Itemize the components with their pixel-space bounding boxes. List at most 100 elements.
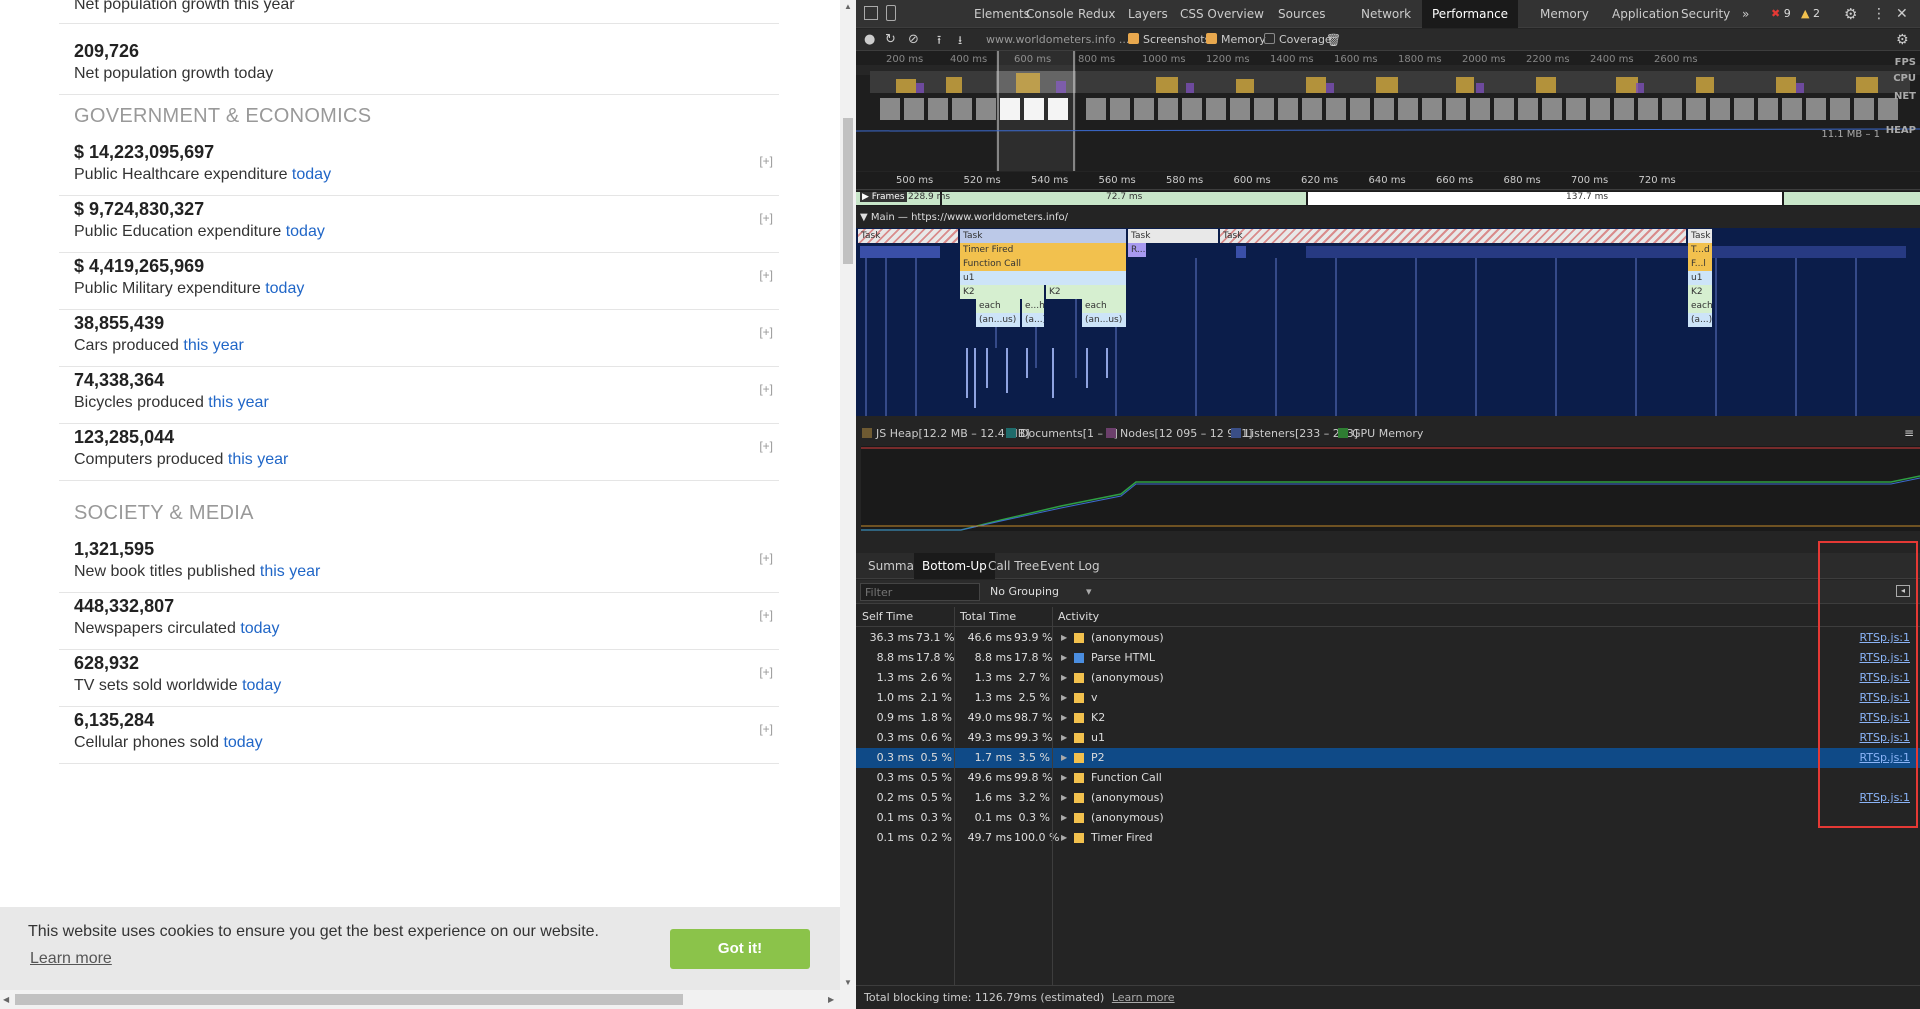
each-bar[interactable]: e...h xyxy=(1022,299,1044,313)
expand-toggle[interactable]: [+] xyxy=(759,325,773,339)
table-row[interactable]: 0.3 ms 0.5 % 1.7 ms 3.5 % ▶ P2 RTSp.js:1 xyxy=(856,748,1920,768)
stat-period-link[interactable]: this year xyxy=(228,451,288,468)
expand-arrow-icon[interactable]: ▶ xyxy=(1061,688,1067,708)
close-devtools-icon[interactable]: ✕ xyxy=(1896,0,1908,28)
tab-redux[interactable]: Redux xyxy=(1068,0,1126,28)
frames-track[interactable]: ▶ Frames 228.9 ms 72.7 ms 137.7 ms xyxy=(856,191,1920,206)
task-bar[interactable]: Task xyxy=(1220,229,1686,243)
settings-gear-icon[interactable]: ⚙ xyxy=(1844,0,1857,28)
expand-toggle[interactable]: [+] xyxy=(759,722,773,736)
record-icon[interactable]: ● xyxy=(864,29,875,51)
capture-settings-gear-icon[interactable]: ⚙ xyxy=(1896,29,1909,51)
stat-period-link[interactable]: this year xyxy=(260,563,320,580)
scroll-right-icon[interactable]: ▶ xyxy=(828,995,834,1004)
expand-arrow-icon[interactable]: ▶ xyxy=(1061,668,1067,688)
column-header-total[interactable]: Total Time xyxy=(960,607,1016,627)
function-call-bar[interactable]: F...l xyxy=(1688,257,1712,271)
table-row[interactable]: 0.1 ms 0.3 % 0.1 ms 0.3 % ▶ (anonymous) xyxy=(856,808,1920,828)
tab-css-overview[interactable]: CSS Overview xyxy=(1170,0,1274,28)
warning-count[interactable]: ▲ 2 xyxy=(1801,0,1820,28)
column-header-self[interactable]: Self Time xyxy=(862,607,913,627)
tab-security[interactable]: Security xyxy=(1671,0,1740,28)
more-tabs-icon[interactable]: » xyxy=(1732,0,1759,28)
table-row[interactable]: 1.3 ms 2.6 % 1.3 ms 2.7 % ▶ (anonymous) RTSp.j… xyxy=(856,668,1920,688)
task-bar[interactable]: Task xyxy=(858,229,958,243)
stat-period-link[interactable]: this year xyxy=(208,394,268,411)
expand-arrow-icon[interactable]: ▶ xyxy=(1061,748,1067,768)
expand-arrow-icon[interactable]: ▶ xyxy=(1061,788,1067,808)
stat-period-link[interactable]: today xyxy=(242,677,281,694)
anonymous-bar[interactable]: (a...) xyxy=(1022,313,1044,327)
table-row[interactable]: 0.1 ms 0.2 % 49.7 ms 100.0 % ▶ Timer Fired xyxy=(856,828,1920,848)
legend-menu-icon[interactable]: ≡ xyxy=(1904,426,1914,440)
table-row[interactable]: 8.8 ms 17.8 % 8.8 ms 17.8 % ▶ Parse HTML RTSp.… xyxy=(856,648,1920,668)
tab-event-log[interactable]: Event Log xyxy=(1032,553,1108,579)
k2-bar[interactable]: K2 xyxy=(960,285,1044,299)
u1-bar[interactable]: u1 xyxy=(1688,271,1712,285)
learn-more-link[interactable]: Learn more xyxy=(1112,991,1175,1004)
anonymous-bar[interactable]: (an...us) xyxy=(976,313,1020,327)
expand-toggle[interactable]: [+] xyxy=(759,268,773,282)
main-thread-label[interactable]: ▼ Main — https://www.worldometers.info/ xyxy=(860,212,1068,223)
recording-select[interactable]: www.worldometers.info ... ▾ xyxy=(986,29,1138,51)
tab-memory[interactable]: Memory xyxy=(1530,0,1599,28)
expand-arrow-icon[interactable]: ▶ xyxy=(1061,808,1067,828)
expand-toggle[interactable]: [+] xyxy=(759,211,773,225)
table-row[interactable]: 0.3 ms 0.5 % 49.6 ms 99.8 % ▶ Function Call xyxy=(856,768,1920,788)
source-link[interactable] xyxy=(1856,828,1910,848)
table-row[interactable]: 0.9 ms 1.8 % 49.0 ms 98.7 % ▶ K2 RTSp.js:1 xyxy=(856,708,1920,728)
timer-fired-bar[interactable]: T...d xyxy=(1688,243,1712,257)
anonymous-bar[interactable]: (a...) xyxy=(1688,313,1712,327)
scroll-left-icon[interactable]: ◀ xyxy=(3,995,9,1004)
inspect-element-icon[interactable] xyxy=(864,6,878,20)
each-bar[interactable]: each xyxy=(976,299,1020,313)
error-count[interactable]: ✖ 9 xyxy=(1771,0,1791,28)
expand-toggle[interactable]: [+] xyxy=(759,439,773,453)
expand-toggle[interactable]: [+] xyxy=(759,551,773,565)
timeline-overview[interactable]: 200 ms 400 ms 600 ms 800 ms 1000 ms 1200 ms 14… xyxy=(856,51,1920,171)
expand-toggle[interactable]: [+] xyxy=(759,608,773,622)
expand-arrow-icon[interactable]: ▶ xyxy=(1061,648,1067,668)
download-icon[interactable]: ⭳ xyxy=(958,29,962,51)
scroll-down-icon[interactable]: ▼ xyxy=(844,978,852,987)
expand-toggle[interactable]: [+] xyxy=(759,382,773,396)
expand-arrow-icon[interactable]: ▶ xyxy=(1061,728,1067,748)
render-bar[interactable]: R... xyxy=(1128,243,1146,257)
scroll-up-icon[interactable]: ▲ xyxy=(844,2,852,11)
task-bar[interactable]: Task xyxy=(1128,229,1218,243)
table-row[interactable]: 1.0 ms 2.1 % 1.3 ms 2.5 % ▶ v RTSp.js:1 xyxy=(856,688,1920,708)
cookie-accept-button[interactable]: Got it! xyxy=(670,929,810,969)
table-row[interactable]: 0.2 ms 0.5 % 1.6 ms 3.2 % ▶ (anonymous) RTSp.j… xyxy=(856,788,1920,808)
horizontal-scroll-thumb[interactable] xyxy=(15,994,683,1005)
column-header-activity[interactable]: Activity xyxy=(1058,607,1099,627)
timer-fired-bar[interactable]: Timer Fired xyxy=(960,243,1126,257)
expand-arrow-icon[interactable]: ▶ xyxy=(1061,828,1067,848)
upload-icon[interactable]: ⭱ xyxy=(937,29,941,51)
expand-arrow-icon[interactable]: ▶ xyxy=(1061,768,1067,788)
anonymous-bar[interactable]: (an...us) xyxy=(1082,313,1126,327)
tab-sources[interactable]: Sources xyxy=(1268,0,1335,28)
function-call-bar[interactable]: Function Call xyxy=(960,257,1126,271)
clear-icon[interactable]: ⊘ xyxy=(908,29,919,51)
expand-arrow-icon[interactable]: ▶ xyxy=(1061,708,1067,728)
stat-period-link[interactable]: today xyxy=(223,734,262,751)
expand-toggle[interactable]: [+] xyxy=(759,665,773,679)
stat-period-link[interactable]: this year xyxy=(183,337,243,354)
flame-chart[interactable]: Task Task Task Task Task Timer Fired R..… xyxy=(856,228,1920,416)
table-row[interactable]: 36.3 ms 73.1 % 46.6 ms 93.9 % ▶ (anonymous) RT… xyxy=(856,628,1920,648)
stat-period-link[interactable]: today xyxy=(240,620,279,637)
k2-bar[interactable]: K2 xyxy=(1688,285,1712,299)
screenshots-checkbox[interactable]: Screenshots xyxy=(1128,29,1210,51)
cookie-learn-more-link[interactable]: Learn more xyxy=(30,950,112,968)
expand-arrow-icon[interactable]: ▶ xyxy=(1061,628,1067,648)
task-bar[interactable]: Task xyxy=(960,229,1126,243)
memory-legend-item[interactable]: JS Heap[12.2 MB – 12.4 MB] xyxy=(862,427,1030,440)
vertical-scroll-thumb[interactable] xyxy=(843,118,853,264)
stat-period-link[interactable]: today xyxy=(286,223,325,240)
grouping-select[interactable]: No Grouping ▾ xyxy=(990,580,1092,604)
tab-performance[interactable]: Performance xyxy=(1422,0,1519,28)
tab-layers[interactable]: Layers xyxy=(1118,0,1178,28)
kebab-menu-icon[interactable]: ⋮ xyxy=(1872,0,1886,28)
memory-legend-item[interactable]: Documents[1 – 2] xyxy=(1006,427,1118,440)
memory-checkbox[interactable]: Memory xyxy=(1206,29,1266,51)
